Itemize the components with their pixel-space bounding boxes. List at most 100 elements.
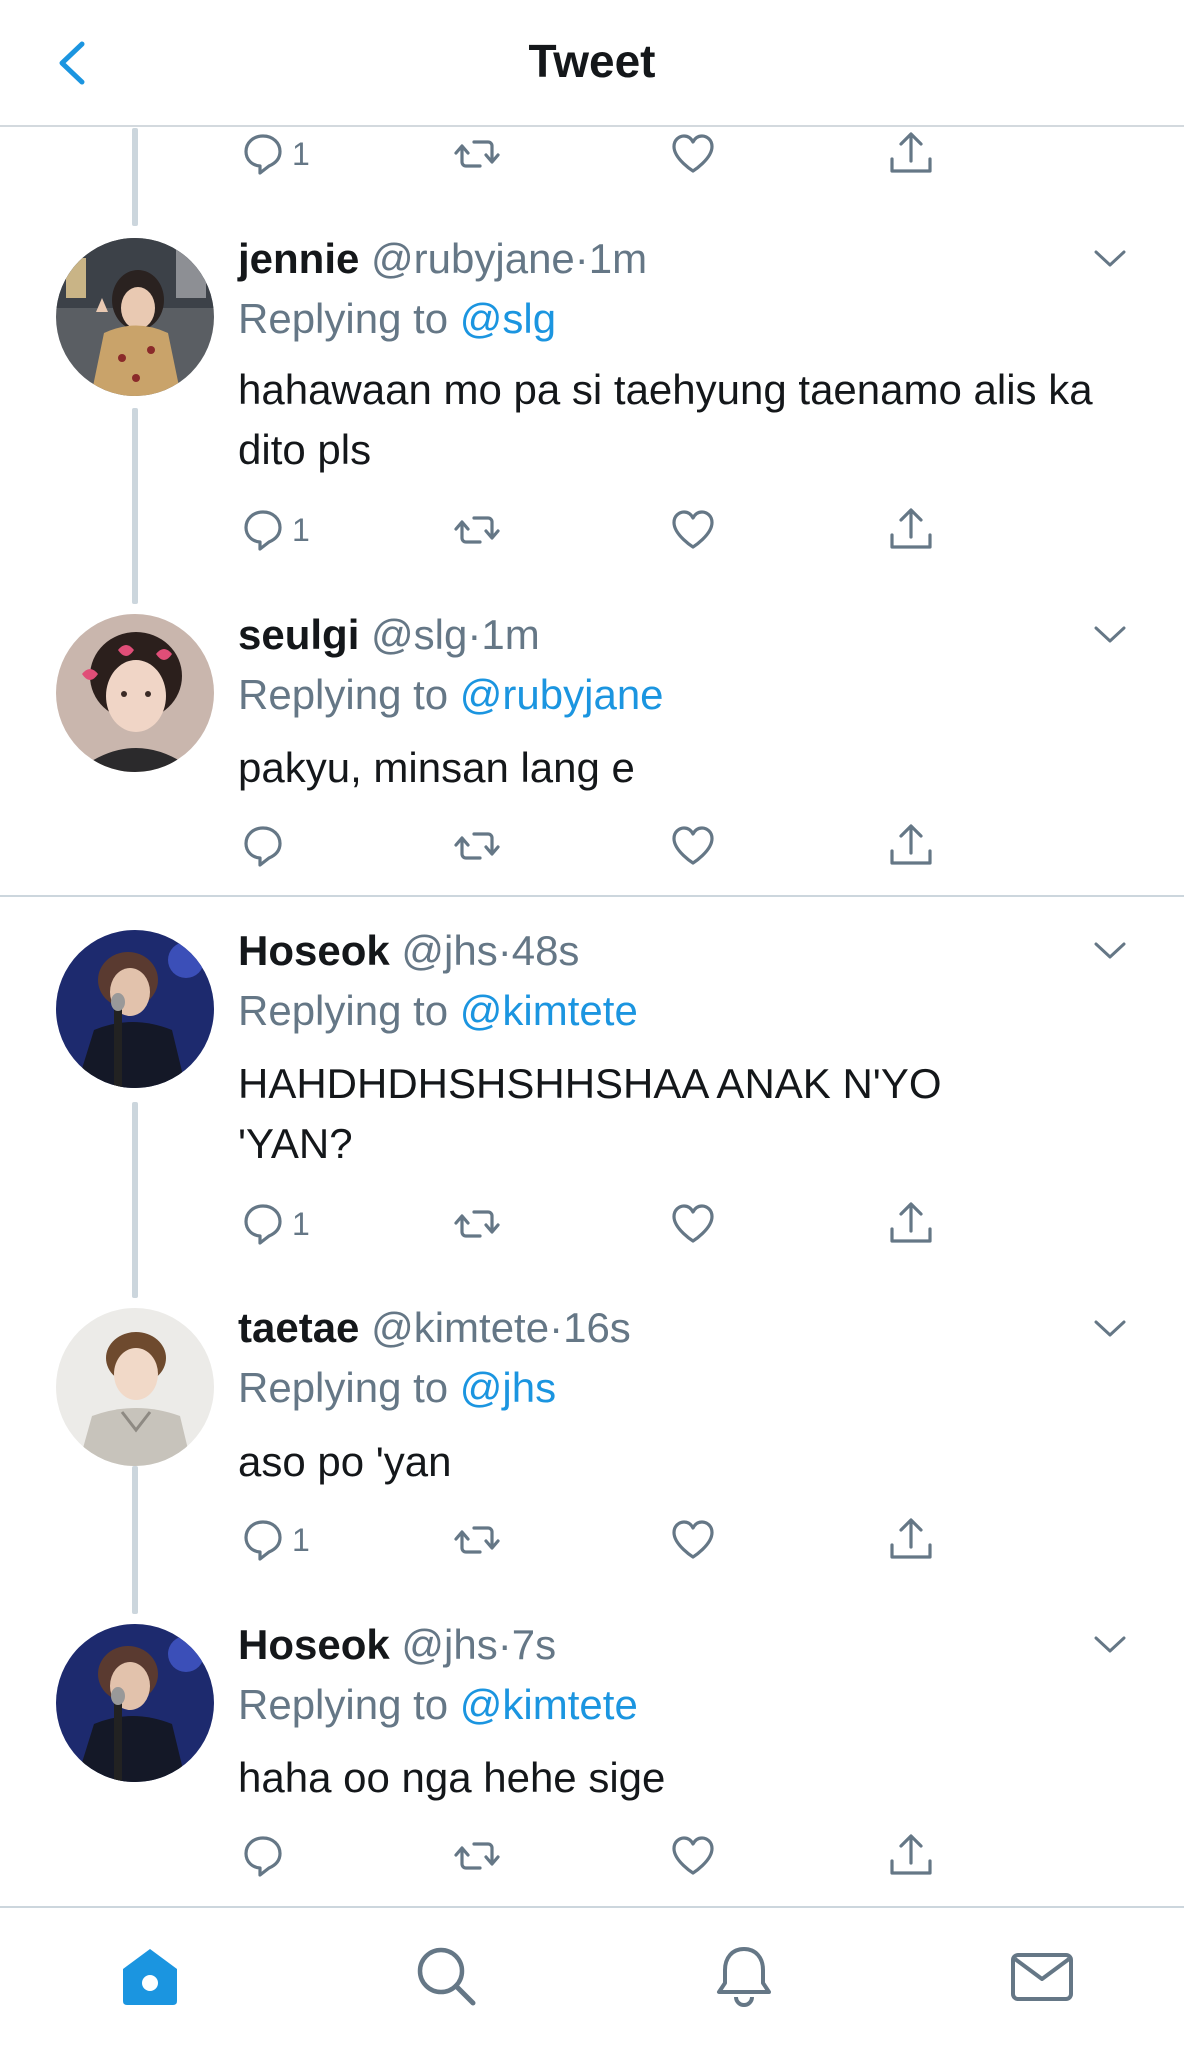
reply-count: 1: [292, 135, 310, 172]
retweet-icon: [454, 140, 500, 168]
retweet-button[interactable]: [452, 124, 502, 184]
reply-button[interactable]: 1: [238, 124, 310, 184]
tweet-text: haha oo nga hehe sige: [238, 1754, 666, 1801]
display-name[interactable]: Hoseok: [238, 1621, 390, 1668]
user-handle[interactable]: @kimtete: [371, 1304, 549, 1351]
heart-icon: [672, 510, 714, 549]
share-icon: [890, 1834, 932, 1875]
avatar[interactable]: [56, 1624, 214, 1782]
replying-to: Replying to @jhs: [238, 1363, 556, 1413]
share-button[interactable]: [886, 816, 936, 876]
heart-icon: [672, 1204, 714, 1243]
thread-line: [132, 1102, 138, 1298]
like-button[interactable]: [668, 816, 718, 876]
search-icon: [417, 1947, 476, 2006]
avatar[interactable]: [56, 614, 214, 772]
tweet-header: taetae @kimtete·16s: [238, 1303, 631, 1353]
retweet-button[interactable]: [452, 1510, 502, 1570]
retweet-button[interactable]: [452, 500, 502, 560]
reply-count: 1: [292, 1521, 310, 1558]
separator-dot: ·: [497, 1621, 512, 1668]
share-icon: [890, 1202, 932, 1243]
chevron-down-icon[interactable]: [1090, 1308, 1130, 1348]
avatar[interactable]: [56, 930, 214, 1088]
mention-link[interactable]: @jhs: [460, 1364, 556, 1411]
share-icon: [890, 132, 932, 173]
mention-link[interactable]: @rubyjane: [460, 671, 664, 718]
tab-home[interactable]: [112, 1938, 188, 2014]
retweet-icon: [454, 1842, 500, 1870]
share-button[interactable]: [886, 1826, 936, 1886]
separator-dot: ·: [497, 927, 512, 974]
heart-icon: [672, 826, 714, 865]
like-button[interactable]: [668, 500, 718, 560]
display-name[interactable]: taetae: [238, 1304, 359, 1351]
tweet-text: HAHDHDHSHSHHSHAA ANAK N'YO 'YAN?: [238, 1060, 942, 1167]
user-handle[interactable]: @rubyjane: [371, 235, 575, 282]
chevron-down-icon[interactable]: [1090, 614, 1130, 654]
like-button[interactable]: [668, 1826, 718, 1886]
share-button[interactable]: [886, 1194, 936, 1254]
chevron-down-icon[interactable]: [1090, 1624, 1130, 1664]
like-button[interactable]: [668, 124, 718, 184]
reply-icon: [244, 826, 282, 867]
like-button[interactable]: [668, 1194, 718, 1254]
chevron-down-icon[interactable]: [1090, 238, 1130, 278]
avatar-image: [56, 238, 214, 396]
replying-prefix: Replying to: [238, 987, 449, 1034]
user-handle[interactable]: @jhs: [401, 1621, 497, 1668]
display-name[interactable]: jennie: [238, 235, 359, 282]
replying-to: Replying to @kimtete: [238, 1680, 638, 1730]
display-name[interactable]: seulgi: [238, 611, 359, 658]
bottom-tab-bar: [0, 1906, 1184, 2048]
separator-dot: ·: [549, 1304, 564, 1351]
retweet-button[interactable]: [452, 1826, 502, 1886]
tweet-header: Hoseok @jhs·48s: [238, 926, 579, 976]
avatar-image: [56, 1624, 214, 1782]
tab-messages[interactable]: [1004, 1938, 1080, 2014]
heart-icon: [672, 134, 714, 173]
reply-icon: [244, 1204, 282, 1245]
reply-count: 1: [292, 511, 310, 548]
mention-link[interactable]: @slg: [460, 295, 556, 342]
like-button[interactable]: [668, 1510, 718, 1570]
mention-link[interactable]: @kimtete: [460, 1681, 638, 1728]
reply-button[interactable]: [238, 816, 292, 876]
separator-dot: ·: [574, 235, 589, 282]
mention-link[interactable]: @kimtete: [460, 987, 638, 1034]
thread-line: [132, 1466, 138, 1614]
reply-icon: [244, 134, 282, 175]
thread-line: [132, 128, 138, 226]
avatar[interactable]: [56, 1308, 214, 1466]
heart-icon: [672, 1836, 714, 1875]
home-icon: [123, 1949, 177, 2005]
share-button[interactable]: [886, 124, 936, 184]
thread-line: [132, 408, 138, 604]
tweet-actions: 1: [238, 500, 958, 560]
avatar-image: [56, 614, 214, 772]
chevron-down-icon[interactable]: [1090, 930, 1130, 970]
user-handle[interactable]: @slg: [371, 611, 467, 658]
display-name[interactable]: Hoseok: [238, 927, 390, 974]
tweet-text: aso po 'yan: [238, 1438, 452, 1485]
tab-notifications[interactable]: [706, 1938, 782, 2014]
messages-icon: [1011, 1953, 1073, 2001]
replying-prefix: Replying to: [238, 671, 449, 718]
share-button[interactable]: [886, 500, 936, 560]
replying-to: Replying to @slg: [238, 294, 556, 344]
reply-button[interactable]: 1: [238, 500, 310, 560]
avatar-image: [56, 930, 214, 1088]
reply-button[interactable]: 1: [238, 1194, 310, 1254]
timestamp: 48s: [511, 927, 580, 974]
reply-button[interactable]: [238, 1826, 292, 1886]
avatar[interactable]: [56, 238, 214, 396]
user-handle[interactable]: @jhs: [401, 927, 497, 974]
tweet-actions: 1: [238, 1510, 958, 1570]
reply-button[interactable]: 1: [238, 1510, 310, 1570]
retweet-button[interactable]: [452, 1194, 502, 1254]
share-button[interactable]: [886, 1510, 936, 1570]
tab-search[interactable]: [408, 1938, 484, 2014]
retweet-button[interactable]: [452, 816, 502, 876]
replying-prefix: Replying to: [238, 1364, 449, 1411]
replying-to: Replying to @rubyjane: [238, 670, 664, 720]
